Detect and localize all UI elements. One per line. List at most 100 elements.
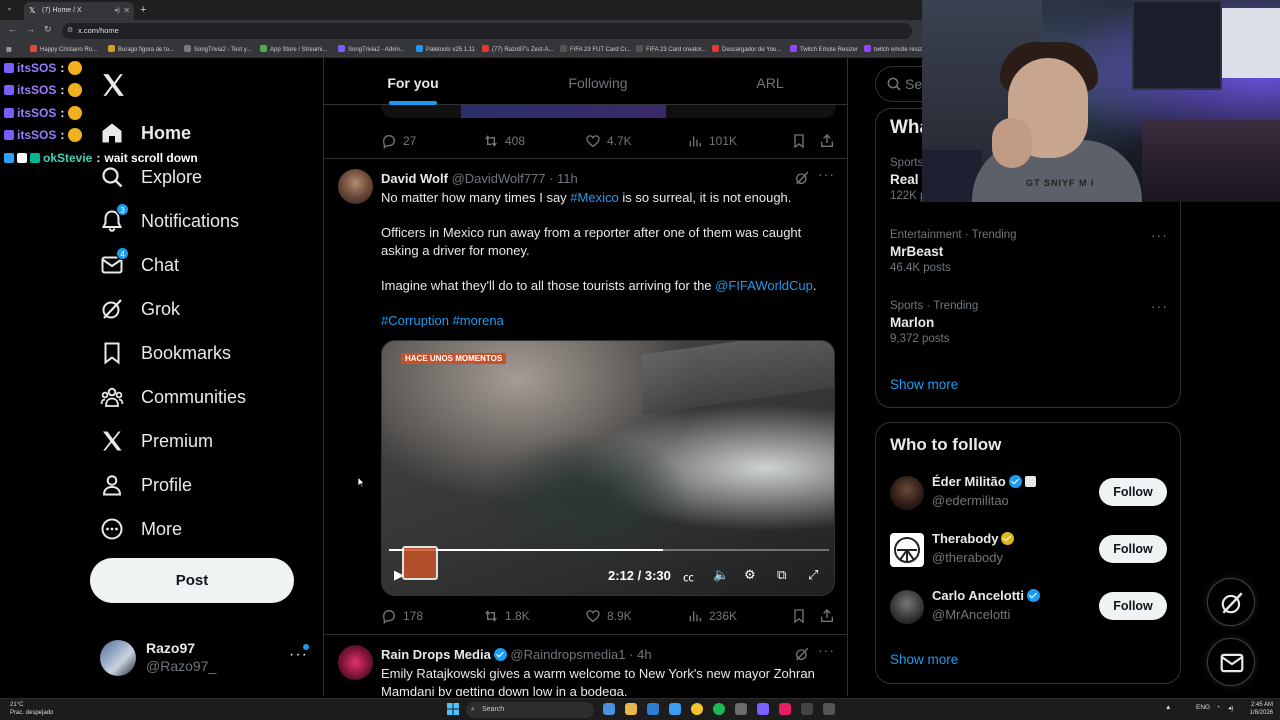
like-button[interactable]: 8.9K <box>585 606 632 626</box>
reload-icon[interactable]: ↻ <box>44 24 52 35</box>
browser-tab[interactable]: 𝕏 (7) Home / X ◂) ✕ <box>24 2 134 20</box>
follow-button[interactable]: Follow <box>1099 478 1167 506</box>
tab-audio-icon[interactable]: ◂) <box>114 2 120 20</box>
bookmark-item[interactable]: FIFA 23 Card creator... <box>636 45 706 55</box>
reply-button[interactable]: 178 <box>381 606 423 626</box>
bookmark-item[interactable]: SongTrivia2 - Advin... <box>338 45 405 55</box>
edge-icon[interactable] <box>669 703 681 715</box>
grok-icon[interactable] <box>794 646 810 662</box>
bookmark-item[interactable]: Twitch Emote Resizer <box>790 45 858 55</box>
hashtag-link[interactable]: #Mexico <box>570 190 618 205</box>
account-switcher[interactable]: Razo97 @Razo97_ ··· <box>100 638 310 678</box>
show-more-link[interactable]: Show more <box>890 652 958 667</box>
play-icon[interactable]: ▶ <box>394 567 404 583</box>
follow-suggestion[interactable]: Carlo Ancelotti @MrAncelotti Follow <box>890 588 1170 628</box>
new-tab-button[interactable]: + <box>140 2 146 18</box>
app-icon[interactable] <box>735 703 747 715</box>
repost-button[interactable]: 408 <box>483 131 525 151</box>
url-field[interactable]: ⚙ x.com/home <box>62 23 912 39</box>
nav-home[interactable]: Home <box>100 117 191 149</box>
bookmark-item[interactable]: Burago figura de to... <box>108 45 174 55</box>
video-progress-bar[interactable] <box>389 549 829 551</box>
wifi-icon[interactable]: ◔ <box>1216 704 1220 711</box>
bookmark-item[interactable]: Descargador de You... <box>712 45 781 55</box>
tab-arl[interactable]: ARL <box>681 58 847 105</box>
file-explorer-icon[interactable] <box>625 703 637 715</box>
follow-button[interactable]: Follow <box>1099 535 1167 563</box>
tweet-timestamp[interactable]: 4h <box>637 647 651 662</box>
nav-notifications[interactable]: 3 Notifications <box>100 203 239 237</box>
follow-suggestion[interactable]: Éder Militão @edermilitao Follow <box>890 474 1170 514</box>
like-button[interactable]: 4.7K <box>585 131 632 151</box>
nav-profile[interactable]: Profile <box>100 469 192 501</box>
tweet-author-name[interactable]: Rain Drops Media <box>381 647 491 662</box>
more-dots-icon[interactable]: ··· <box>1151 227 1168 243</box>
bookmark-button[interactable] <box>791 131 807 151</box>
obs-icon[interactable] <box>801 703 813 715</box>
fullscreen-icon[interactable]: ⤢ <box>808 567 818 583</box>
settings-icon[interactable]: ⚙ <box>744 567 756 583</box>
hashtag-link[interactable]: #morena <box>453 313 504 328</box>
volume-icon[interactable]: ◂) <box>1228 704 1233 712</box>
tab-for-you[interactable]: For you <box>324 58 502 105</box>
bookmark-button[interactable] <box>791 606 807 626</box>
captions-icon[interactable]: ㏄ <box>683 569 694 585</box>
avatar[interactable] <box>338 645 373 680</box>
app-icon[interactable] <box>779 703 791 715</box>
bookmark-item[interactable]: SongTrivia2 - Test y... <box>184 45 251 55</box>
previous-tweet-media[interactable] <box>381 105 836 118</box>
clock[interactable]: 2:45 AM 1/8/2026 <box>1243 701 1273 717</box>
tab-following[interactable]: Following <box>509 58 687 105</box>
tweet-author-name[interactable]: David Wolf <box>381 171 448 186</box>
tray-chevron-icon[interactable]: ▲ <box>1165 704 1171 711</box>
tweet-author-handle[interactable]: @Raindropsmedia1 <box>510 647 625 662</box>
messages-floating-button[interactable] <box>1207 638 1255 686</box>
post-button[interactable]: Post <box>90 558 294 603</box>
bookmark-item[interactable]: Paletools v25.1.11 <box>416 45 475 55</box>
nav-grok[interactable]: Grok <box>100 293 180 325</box>
grok-icon[interactable] <box>794 170 810 186</box>
share-button[interactable] <box>819 131 835 151</box>
site-info-icon[interactable]: ⚙ <box>67 23 73 39</box>
taskbar-search[interactable]: ⌕ Search <box>466 702 594 718</box>
apps-grid-icon[interactable]: ▦ <box>6 45 12 55</box>
more-dots-icon[interactable]: ··· <box>818 642 835 658</box>
nav-chat[interactable]: 4 Chat <box>100 247 179 281</box>
store-icon[interactable] <box>647 703 659 715</box>
views-button[interactable]: 236K <box>687 606 737 626</box>
back-icon[interactable]: ← <box>8 24 17 34</box>
repost-button[interactable]: 1.8K <box>483 606 530 626</box>
language-indicator[interactable]: ENG <box>1196 704 1210 711</box>
windows-start-icon[interactable] <box>447 703 459 715</box>
video-player[interactable]: HACE UNOS MOMENTOS ▶ 2:12 / 3:30 ㏄ 🔈 ⚙ ⧉… <box>381 340 835 596</box>
mention-link[interactable]: @FIFAWorldCup <box>715 278 813 293</box>
trend-item[interactable]: Sports · Trending Marlon 9,372 posts ··· <box>890 298 1170 345</box>
grok-floating-button[interactable] <box>1207 578 1255 626</box>
discord-icon[interactable] <box>757 703 769 715</box>
task-view-icon[interactable] <box>603 703 615 715</box>
spotify-icon[interactable] <box>713 703 725 715</box>
follow-suggestion[interactable]: Therabody @therabody Follow <box>890 531 1170 571</box>
nav-communities[interactable]: Communities <box>100 381 246 413</box>
avatar[interactable] <box>338 169 373 204</box>
app-icon[interactable] <box>823 703 835 715</box>
views-button[interactable]: 101K <box>687 131 737 151</box>
tweet-timestamp[interactable]: 11h <box>557 171 578 186</box>
bookmark-item[interactable]: (77) Razo97's Zest-A... <box>482 45 554 55</box>
picture-in-picture-icon[interactable]: ⧉ <box>777 567 786 583</box>
nav-bookmarks[interactable]: Bookmarks <box>100 337 231 369</box>
follow-button[interactable]: Follow <box>1099 592 1167 620</box>
show-more-link[interactable]: Show more <box>890 377 958 392</box>
more-dots-icon[interactable]: ··· <box>818 166 835 182</box>
volume-icon[interactable]: 🔈 <box>713 567 729 583</box>
bookmark-item[interactable]: Happy Cristiano Ro... <box>30 45 97 55</box>
tab-search-icon[interactable]: ⌄ <box>6 3 13 12</box>
tab-close-icon[interactable]: ✕ <box>123 2 130 20</box>
weather-widget[interactable]: 21°C Prac. despejado <box>10 701 53 717</box>
x-logo-icon[interactable] <box>100 70 126 100</box>
hashtag-link[interactable]: #Corruption <box>381 313 449 328</box>
bookmark-item[interactable]: twitch emote resiz... <box>864 45 927 55</box>
more-dots-icon[interactable]: ··· <box>1151 298 1168 314</box>
bookmark-item[interactable]: FIFA 23 FUT Card Cr... <box>560 45 631 55</box>
reply-button[interactable]: 27 <box>381 131 416 151</box>
